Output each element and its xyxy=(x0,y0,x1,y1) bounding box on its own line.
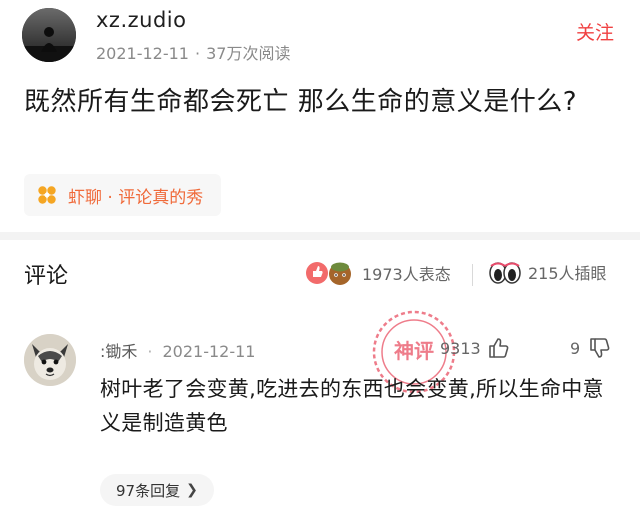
inserts-count: 215人插眼 xyxy=(528,264,607,283)
section-divider xyxy=(0,232,640,240)
reaction-emoji-icon xyxy=(304,260,356,286)
thumb-down-icon xyxy=(590,338,610,358)
comments-header: 评论 1973人表态 215人插眼 xyxy=(0,240,640,310)
post-header: xz.zudio 2021-12-11 · 37万次阅读 关注 既然所有生命都会死亡… xyxy=(0,0,640,232)
like-button[interactable]: 9313 xyxy=(440,336,511,360)
eyes-icon xyxy=(488,260,522,284)
comment-date: 2021-12-11 xyxy=(162,342,256,361)
post-title: 既然所有生命都会死亡 那么生命的意义是什么? xyxy=(24,87,578,117)
dog-avatar[interactable] xyxy=(24,334,76,386)
reactions-count: 1973人表态 xyxy=(362,265,451,284)
comment-meta-separator: · xyxy=(147,342,153,361)
author-name[interactable]: xz.zudio xyxy=(96,8,186,32)
topic-tag-chip[interactable]: 虾聊 · 评论真的秀 xyxy=(24,174,222,216)
author-avatar[interactable] xyxy=(22,8,76,62)
chevron-right-icon: ❯ xyxy=(186,482,198,498)
commenter-name[interactable]: :锄禾 xyxy=(100,342,137,361)
stamp-label: 神评 xyxy=(394,339,434,363)
comments-title: 评论 xyxy=(24,264,69,289)
author-avatar-image xyxy=(22,8,76,62)
post-date: 2021-12-11 xyxy=(96,44,189,63)
follow-button[interactable]: 关注 xyxy=(576,18,614,45)
meta-separator: · xyxy=(194,44,201,63)
post-meta: 2021-12-11 · 37万次阅读 xyxy=(96,40,290,64)
read-count: 37万次阅读 xyxy=(206,44,291,63)
comment-meta: :锄禾 · 2021-12-11 xyxy=(100,338,255,362)
thumb-up-icon xyxy=(488,338,509,358)
dog-avatar-image xyxy=(24,334,76,386)
dislike-count: 9 xyxy=(570,338,581,358)
topic-tag-label: 虾聊 · 评论真的秀 xyxy=(68,187,204,208)
flower-icon xyxy=(38,186,56,204)
inserts-stat[interactable]: 215人插眼 xyxy=(488,260,607,284)
comment-item: :锄禾 · 2021-12-11 神评 9313 9 树叶老了会变黄,吃进去的东西也… xyxy=(0,310,640,532)
comment-text: 树叶老了会变黄,吃进去的东西也会变黄,所以生命中意义是制造黄色 xyxy=(100,377,604,435)
reactions-stat[interactable]: 1973人表态 xyxy=(304,260,451,286)
like-count: 9313 xyxy=(440,338,481,358)
dislike-button[interactable]: 9 xyxy=(570,336,612,360)
replies-count: 97条回复 xyxy=(116,481,181,500)
view-replies-button[interactable]: 97条回复 ❯ xyxy=(100,474,214,506)
header-separator xyxy=(472,264,473,286)
